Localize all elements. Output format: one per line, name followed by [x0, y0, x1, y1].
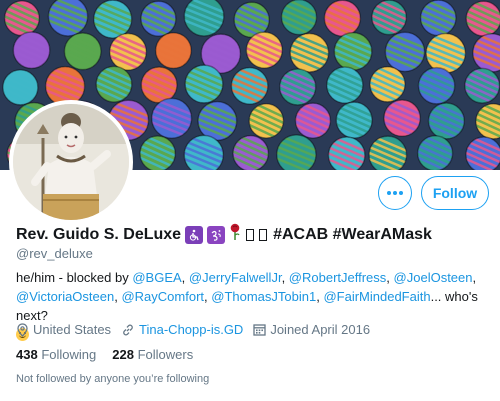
follow-counts: 438 Following 228 Followers	[16, 347, 209, 362]
location-item: United States	[16, 322, 111, 337]
banner-button-graphic	[249, 103, 284, 139]
mention-link[interactable]: @JerryFalwellJr	[189, 270, 282, 285]
mention-link[interactable]: @ThomasJTobin1	[211, 289, 316, 304]
followed-by-note: Not followed by anyone you’re following	[16, 373, 210, 385]
om-icon	[207, 225, 226, 244]
banner-button-graphic	[428, 103, 465, 139]
banner-button-graphic	[2, 69, 38, 105]
banner-button-graphic	[336, 102, 373, 139]
bio-separator: ,	[472, 270, 477, 285]
calendar-icon	[253, 324, 266, 336]
profile-actions: Follow	[378, 176, 489, 210]
banner-button-graphic	[472, 33, 500, 72]
website-link[interactable]: Tina-Chopp-is.GD	[139, 322, 243, 337]
profile-handle: @rev_deluxe	[16, 246, 93, 261]
unsupported-glyph	[259, 228, 268, 241]
following-count-link[interactable]: 438 Following	[16, 347, 96, 362]
wheelchair-icon	[185, 225, 204, 244]
mention-link[interactable]: @VictoriaOsteen	[16, 289, 114, 304]
following-label: Following	[41, 347, 97, 362]
banner-button-graphic	[369, 136, 407, 170]
mention-link[interactable]: @JoelOsteen	[394, 270, 473, 285]
bio-prefix: he/him - blocked by	[16, 270, 133, 285]
joined-text: Joined April 2016	[270, 322, 371, 337]
banner-button-graphic	[139, 135, 176, 170]
website-item: Tina-Chopp-is.GD	[121, 322, 243, 337]
more-options-button[interactable]	[378, 176, 412, 210]
follow-button[interactable]: Follow	[421, 176, 489, 210]
mention-link[interactable]: @RobertJeffress	[289, 270, 387, 285]
mention-link[interactable]: @RayComfort	[121, 289, 204, 304]
banner-button-graphic	[326, 66, 363, 104]
profile-meta: United States Tina-Chopp-is.GD Joined Ap…	[16, 322, 380, 337]
profile-avatar[interactable]	[9, 100, 133, 224]
banner-button-graphic	[279, 68, 316, 105]
banner-button-graphic	[475, 103, 500, 139]
location-text: United States	[33, 322, 112, 337]
unsupported-glyph	[246, 228, 255, 241]
rose-icon	[229, 223, 241, 246]
followers-label: Followers	[137, 347, 194, 362]
ellipsis-dot	[399, 191, 403, 195]
ellipsis-icon	[387, 191, 391, 195]
bio-separator: ,	[386, 270, 394, 285]
bio-separator: ,	[181, 270, 189, 285]
followers-count-link[interactable]: 228 Followers	[112, 347, 193, 362]
joined-item: Joined April 2016	[253, 322, 370, 337]
name-hashtags[interactable]: #ACAB #WearAMask	[273, 226, 432, 244]
mention-link[interactable]: @FairMindedFaith	[323, 289, 430, 304]
profile-name-row: Rev. Guido S. DeLuxe #ACAB #WearAMask	[16, 223, 432, 246]
following-count: 438	[16, 347, 38, 362]
bio-separator: ,	[281, 270, 289, 285]
banner-button-graphic	[232, 135, 269, 170]
mention-link[interactable]: @BGEA	[132, 270, 181, 285]
location-pin-icon	[17, 322, 28, 337]
followers-count: 228	[112, 347, 134, 362]
display-name: Rev. Guido S. DeLuxe	[16, 225, 182, 243]
ellipsis-dot	[393, 191, 397, 195]
banner-button-graphic	[328, 136, 365, 170]
link-icon	[123, 324, 133, 335]
